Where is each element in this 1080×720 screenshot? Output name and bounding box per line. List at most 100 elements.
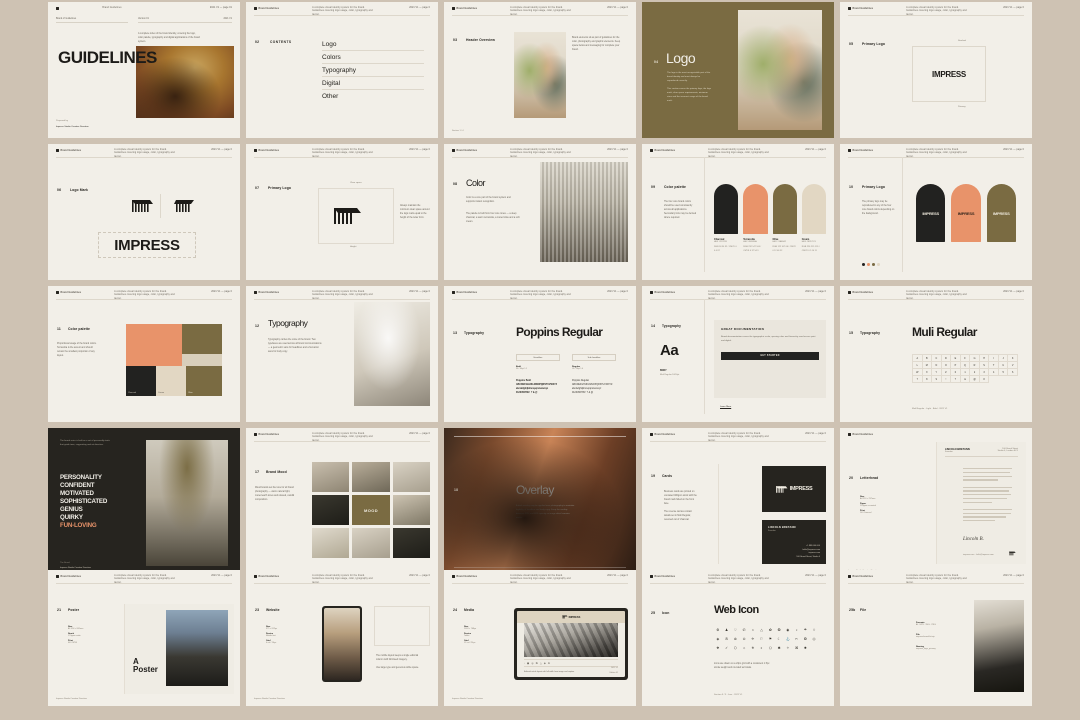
business-card-back[interactable]: LINCOLN BRETANN Founder +1 888 000 000 h… (762, 520, 826, 564)
section-number: 02 (255, 40, 260, 44)
subheadline-chip[interactable]: Sub headline (572, 354, 616, 361)
section-title: Primary Logo (862, 185, 886, 189)
web-icon-glyph[interactable]: ⚑ (767, 635, 775, 643)
web-icon-glyph[interactable]: ♟ (723, 626, 731, 634)
slide-cover[interactable]: Brand Guidelines 2021 V1 — page 01 Brand… (48, 2, 240, 138)
slide-typeface-poppins[interactable]: Brand Guidelines A complete visual ident… (444, 286, 636, 422)
slide-typeface-muli[interactable]: Brand Guidelines A complete visual ident… (840, 286, 1032, 422)
block-label: Charcoal (128, 392, 137, 394)
web-icon-glyph[interactable]: ☼ (740, 644, 748, 652)
block-cream[interactable]: Cream (156, 366, 186, 396)
block-terracotta[interactable] (126, 324, 182, 366)
web-icon-glyph[interactable]: ✿ (767, 626, 775, 634)
header-brand-label: Brand Guidelines (456, 575, 478, 578)
card-body: Brand documentation covers the typograph… (721, 336, 816, 342)
web-icon-glyph[interactable]: ✈ (749, 635, 757, 643)
slide-primary-logo-b[interactable]: Brand Guidelines A complete visual ident… (246, 144, 438, 280)
web-icon-glyph[interactable]: ⚓ (784, 635, 792, 643)
contents-item-logo[interactable]: Logo (322, 38, 424, 51)
web-icon-glyph[interactable]: ☂ (802, 626, 810, 634)
slide-logo-mark[interactable]: Brand Guidelines A complete visual ident… (48, 144, 240, 280)
web-icon-glyph[interactable]: ◈ (714, 635, 722, 643)
web-icon-glyph[interactable]: ⊙ (740, 635, 748, 643)
headline-chip[interactable]: Headline (516, 354, 560, 361)
web-icon-glyph[interactable]: ☾ (775, 635, 783, 643)
slide-personality[interactable]: The brand voice is built on a set of per… (48, 428, 240, 578)
contents-item-typography[interactable]: Typography (322, 64, 424, 77)
web-icon-glyph[interactable]: ❖ (714, 644, 722, 652)
slide-web-icon[interactable]: Brand Guidelines A complete visual ident… (642, 570, 834, 706)
web-icon-glyph[interactable]: ◎ (810, 635, 818, 643)
logo-on-charcoal[interactable]: IMPRESS (916, 184, 946, 242)
web-icon-glyph[interactable]: ✂ (793, 635, 801, 643)
web-icon-glyph[interactable]: ♡ (732, 626, 740, 634)
swatch-cream[interactable]: Cream HEX #E2D7C3 RGB 226 215 195 / CMYK… (801, 184, 826, 253)
swatch-terracotta[interactable]: Terracotta HEX #E8936A RGB 232 147 106 /… (743, 184, 768, 253)
business-card-front[interactable]: IMPRESS (762, 466, 826, 512)
web-icon-glyph[interactable]: △ (758, 626, 766, 634)
slide-file[interactable]: Brand Guidelines A complete visual ident… (840, 570, 1032, 706)
web-icon-glyph[interactable]: ⚙ (714, 626, 722, 634)
web-icon-glyph[interactable]: ✆ (740, 626, 748, 634)
brand-mark-icon (848, 433, 851, 436)
section-number: 25 (651, 611, 656, 615)
web-icon-glyph[interactable]: ⌾ (810, 626, 818, 634)
slide-typography-doc[interactable]: Brand Guidelines A complete visual ident… (642, 286, 834, 422)
footer-label: The Brand (60, 562, 70, 564)
web-icon-glyph[interactable]: ⬡ (732, 644, 740, 652)
web-icon-glyph[interactable]: ✇ (723, 635, 731, 643)
slide-typography-divider[interactable]: Brand Guidelines A complete visual ident… (246, 286, 438, 422)
learn-more-link[interactable]: Learn More (720, 406, 731, 408)
slide-website[interactable]: Brand Guidelines A complete visual ident… (246, 570, 438, 706)
logo-on-olive[interactable]: IMPRESS (986, 184, 1016, 242)
contents-item-digital[interactable]: Digital (322, 77, 424, 90)
slide-poster[interactable]: Brand Guidelines A complete visual ident… (48, 570, 240, 706)
web-icon-glyph[interactable]: ⌘ (793, 644, 801, 652)
web-icon-glyph[interactable]: ✪ (775, 626, 783, 634)
slide-media[interactable]: Brand Guidelines A complete visual ident… (444, 570, 636, 706)
slide-letterhead[interactable]: Brand Guidelines 20 Letterhead Size A4 21… (840, 428, 1032, 578)
slide-footer: Impress Studio Creative Direction (452, 698, 483, 700)
slide-cards[interactable]: Brand Guidelines A complete visual ident… (642, 428, 834, 578)
swatch-detail: RGB 232 147 106 / CMYK 0 37 54 9 (743, 246, 762, 252)
web-icon-glyph[interactable]: ◐ (758, 644, 766, 652)
clear-space-body: Always maintain the minimum clear space … (400, 205, 430, 220)
swatch-olive[interactable]: Olive HEX #7A6B42 RGB 122 107 66 / CMYK … (772, 184, 797, 253)
slide-overlay[interactable]: 18 Overlay A dark overlay may be applied… (444, 428, 636, 578)
contents-item-colors[interactable]: Colors (322, 51, 424, 64)
web-icon-glyph[interactable]: ✓ (723, 644, 731, 652)
block-cream-top[interactable] (182, 354, 222, 366)
block-olive-2[interactable]: Olive (186, 366, 222, 396)
tablet-mockup[interactable]: IMPRESS ◦ ▣ ◎ ✿ △ ◈ ✇ Editorial article lay… (514, 608, 628, 680)
web-icon-glyph[interactable]: ⚐ (758, 635, 766, 643)
phone-mockup[interactable] (322, 606, 362, 682)
web-icon-glyph[interactable]: ✵ (749, 644, 757, 652)
slide-primary-logo-a[interactable]: Brand Guidelines A complete visual ident… (840, 2, 1032, 138)
slide-brand-mood[interactable]: Brand Guidelines A complete visual ident… (246, 428, 438, 578)
swatch-charcoal[interactable]: Charcoal HEX #222220 RGB 34 34 32 / CMYK… (714, 184, 739, 253)
web-icon-glyph[interactable]: ✹ (802, 644, 810, 652)
trait-confident: CONFIDENT (60, 481, 95, 489)
slide-header-overview[interactable]: Brand Guidelines A complete visual ident… (444, 2, 636, 138)
block-olive[interactable] (182, 324, 222, 354)
contents-item-other[interactable]: Other (322, 90, 424, 102)
web-icon-glyph[interactable]: ✱ (775, 644, 783, 652)
block-charcoal[interactable]: Charcoal (126, 366, 156, 396)
slide-color-palette-a[interactable]: Brand Guidelines A complete visual ident… (642, 144, 834, 280)
overlay-body: A dark overlay may be applied over photo… (516, 505, 575, 520)
web-icon-glyph[interactable]: ✧ (784, 644, 792, 652)
slide-primary-logo-c[interactable]: Brand Guidelines A complete visual ident… (840, 144, 1032, 280)
slide-color-palette-b[interactable]: Brand Guidelines A complete visual ident… (48, 286, 240, 422)
web-icon-glyph[interactable]: ♪ (793, 626, 801, 634)
web-icon-glyph[interactable]: ⊛ (732, 635, 740, 643)
logo-on-terracotta[interactable]: IMPRESS (951, 184, 981, 242)
web-icon-glyph[interactable]: ◉ (784, 626, 792, 634)
get-started-button[interactable]: GET STARTED (721, 351, 819, 360)
web-icon-glyph[interactable]: ❂ (802, 635, 810, 643)
slide-contents[interactable]: Brand Guidelines A complete visual ident… (246, 2, 438, 138)
slide-color-divider[interactable]: Brand Guidelines A complete visual ident… (444, 144, 636, 280)
web-icon-glyph[interactable]: ⌂ (749, 626, 757, 634)
slide-logo-divider[interactable]: 04 Logo The logo is the most recognisabl… (642, 2, 834, 138)
web-icon-glyph[interactable]: ⬠ (767, 644, 775, 652)
divider-body-1: The logo is the most recognisable part o… (667, 72, 711, 82)
